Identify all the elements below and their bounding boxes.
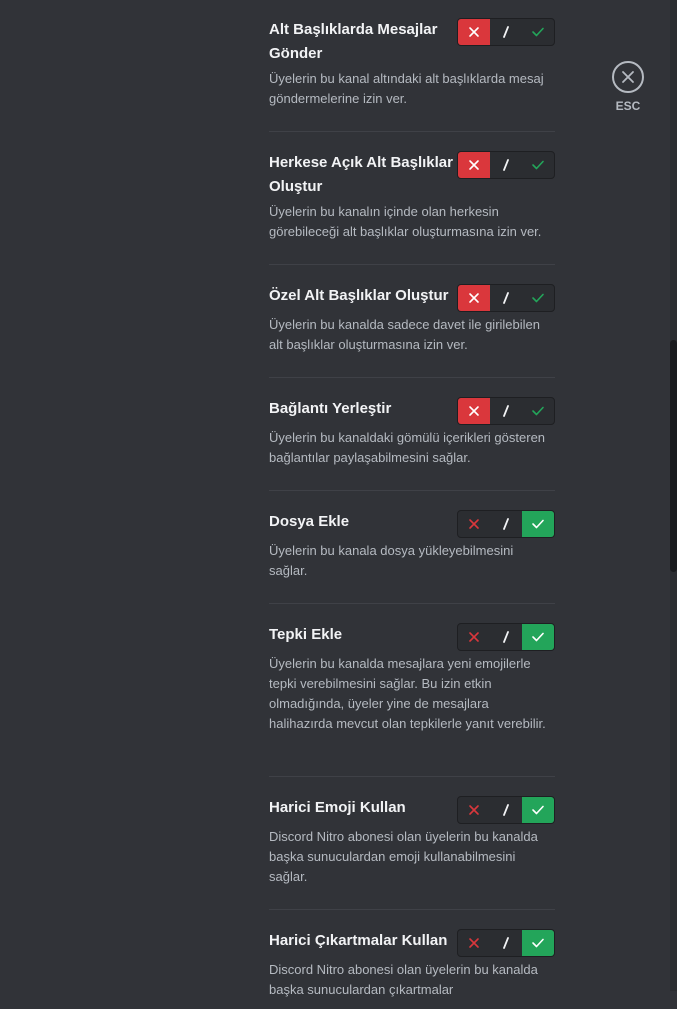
allow-button[interactable] <box>522 511 554 537</box>
x-icon <box>468 405 480 417</box>
permission-description: Discord Nitro abonesi olan üyelerin bu k… <box>269 962 538 997</box>
slash-icon <box>500 404 512 418</box>
permission-description: Üyelerin bu kanal altındaki alt başlıkla… <box>269 71 544 106</box>
x-icon <box>468 26 480 38</box>
deny-button[interactable] <box>458 19 490 45</box>
permission-toggle[interactable] <box>457 151 555 179</box>
allow-button[interactable] <box>522 285 554 311</box>
neutral-button[interactable] <box>490 511 522 537</box>
permission-title: Herkese Açık Alt Başlıklar Oluştur <box>269 151 469 199</box>
allow-button[interactable] <box>522 19 554 45</box>
deny-button[interactable] <box>458 797 490 823</box>
slash-icon <box>500 630 512 644</box>
permission-title-line: Oluştur <box>269 178 323 195</box>
allow-button[interactable] <box>522 797 554 823</box>
permission-item: Herkese Açık Alt Başlıklar Oluştur Üyeleri… <box>269 151 555 265</box>
permission-toggle[interactable] <box>457 397 555 425</box>
close-control[interactable]: ESC <box>610 61 646 113</box>
deny-button[interactable] <box>458 624 490 650</box>
x-icon <box>468 631 480 643</box>
permission-item: Harici Çıkartmalar Kullan Discord Nitro a… <box>269 929 555 1009</box>
permission-item: Bağlantı Yerleştir Üyelerin bu kanaldaki … <box>269 397 555 491</box>
x-icon <box>468 518 480 530</box>
neutral-button[interactable] <box>490 797 522 823</box>
slash-icon <box>500 291 512 305</box>
permission-description: Discord Nitro abonesi olan üyelerin bu k… <box>269 829 538 884</box>
allow-button[interactable] <box>522 930 554 956</box>
x-icon <box>468 937 480 949</box>
deny-button[interactable] <box>458 930 490 956</box>
check-icon <box>531 26 545 38</box>
neutral-button[interactable] <box>490 930 522 956</box>
allow-button[interactable] <box>522 398 554 424</box>
permission-toggle[interactable] <box>457 510 555 538</box>
check-icon <box>531 292 545 304</box>
permission-title-line: Harici Emoji Kullan <box>269 799 406 816</box>
left-background <box>0 0 230 991</box>
permission-title-line: Gönder <box>269 45 323 62</box>
permission-description: Üyelerin bu kanalda sadece davet ile gir… <box>269 317 541 352</box>
deny-button[interactable] <box>458 152 490 178</box>
permission-title: Alt Başlıklarda Mesajlar Gönder <box>269 18 459 66</box>
check-icon <box>531 937 545 949</box>
deny-button[interactable] <box>458 398 490 424</box>
allow-button[interactable] <box>522 624 554 650</box>
permission-item: Alt Başlıklarda Mesajlar Gönder Üyelerin b… <box>269 18 555 132</box>
permission-description: Üyelerin bu kanala dosya yükleyebilmesin… <box>269 543 514 578</box>
allow-button[interactable] <box>522 152 554 178</box>
permission-item: Özel Alt Başlıklar Oluştur Üyelerin bu ka… <box>269 284 555 378</box>
slash-icon <box>500 517 512 531</box>
permission-title-line: Tepki Ekle <box>269 626 343 643</box>
neutral-button[interactable] <box>490 285 522 311</box>
x-icon <box>468 804 480 816</box>
check-icon <box>531 159 545 171</box>
deny-button[interactable] <box>458 511 490 537</box>
neutral-button[interactable] <box>490 624 522 650</box>
check-icon <box>531 804 545 816</box>
check-icon <box>531 518 545 530</box>
permission-description: Üyelerin bu kanaldaki gömülü içerikleri … <box>269 430 546 465</box>
esc-label: ESC <box>615 99 641 113</box>
slash-icon <box>500 936 512 950</box>
permission-title-line: Herkese Açık Alt Başlıklar <box>269 154 453 171</box>
check-icon <box>531 405 545 417</box>
slash-icon <box>500 25 512 39</box>
scrollbar-thumb[interactable] <box>670 340 677 572</box>
permission-title-line: Özel Alt Başlıklar Oluştur <box>269 287 449 304</box>
check-icon <box>531 631 545 643</box>
permission-item: Tepki Ekle Üyelerin bu kanalda mesajlara … <box>269 623 555 777</box>
permission-description: Üyelerin bu kanalda mesajlara yeni emoji… <box>269 656 546 731</box>
neutral-button[interactable] <box>490 398 522 424</box>
close-icon[interactable] <box>612 61 644 93</box>
neutral-button[interactable] <box>490 152 522 178</box>
permission-title-line: Dosya Ekle <box>269 513 350 530</box>
permission-title: Dosya Ekle <box>269 510 454 534</box>
x-icon <box>468 292 480 304</box>
permission-title-line: Harici Çıkartmalar Kullan <box>269 932 448 949</box>
slash-icon <box>500 158 512 172</box>
deny-button[interactable] <box>458 285 490 311</box>
permission-item: Harici Emoji Kullan Discord Nitro abonesi… <box>269 796 555 910</box>
permission-toggle[interactable] <box>457 623 555 651</box>
permission-description: Üyelerin bu kanalın içinde olan herkesin… <box>269 204 542 239</box>
permission-toggle[interactable] <box>457 796 555 824</box>
permission-title-line: Alt Başlıklarda Mesajlar <box>269 21 438 38</box>
permission-toggle[interactable] <box>457 284 555 312</box>
permission-title: Tepki Ekle <box>269 623 454 647</box>
permission-item: Dosya Ekle Üyelerin bu kanala dosya yükle… <box>269 510 555 604</box>
permission-title-line: Bağlantı Yerleştir <box>269 400 392 417</box>
permission-toggle[interactable] <box>457 929 555 957</box>
x-icon <box>468 159 480 171</box>
permission-title: Özel Alt Başlıklar Oluştur <box>269 284 454 308</box>
permission-title: Harici Çıkartmalar Kullan <box>269 929 454 953</box>
permission-toggle[interactable] <box>457 18 555 46</box>
slash-icon <box>500 803 512 817</box>
permission-title: Bağlantı Yerleştir <box>269 397 454 421</box>
permission-title: Harici Emoji Kullan <box>269 796 454 820</box>
neutral-button[interactable] <box>490 19 522 45</box>
